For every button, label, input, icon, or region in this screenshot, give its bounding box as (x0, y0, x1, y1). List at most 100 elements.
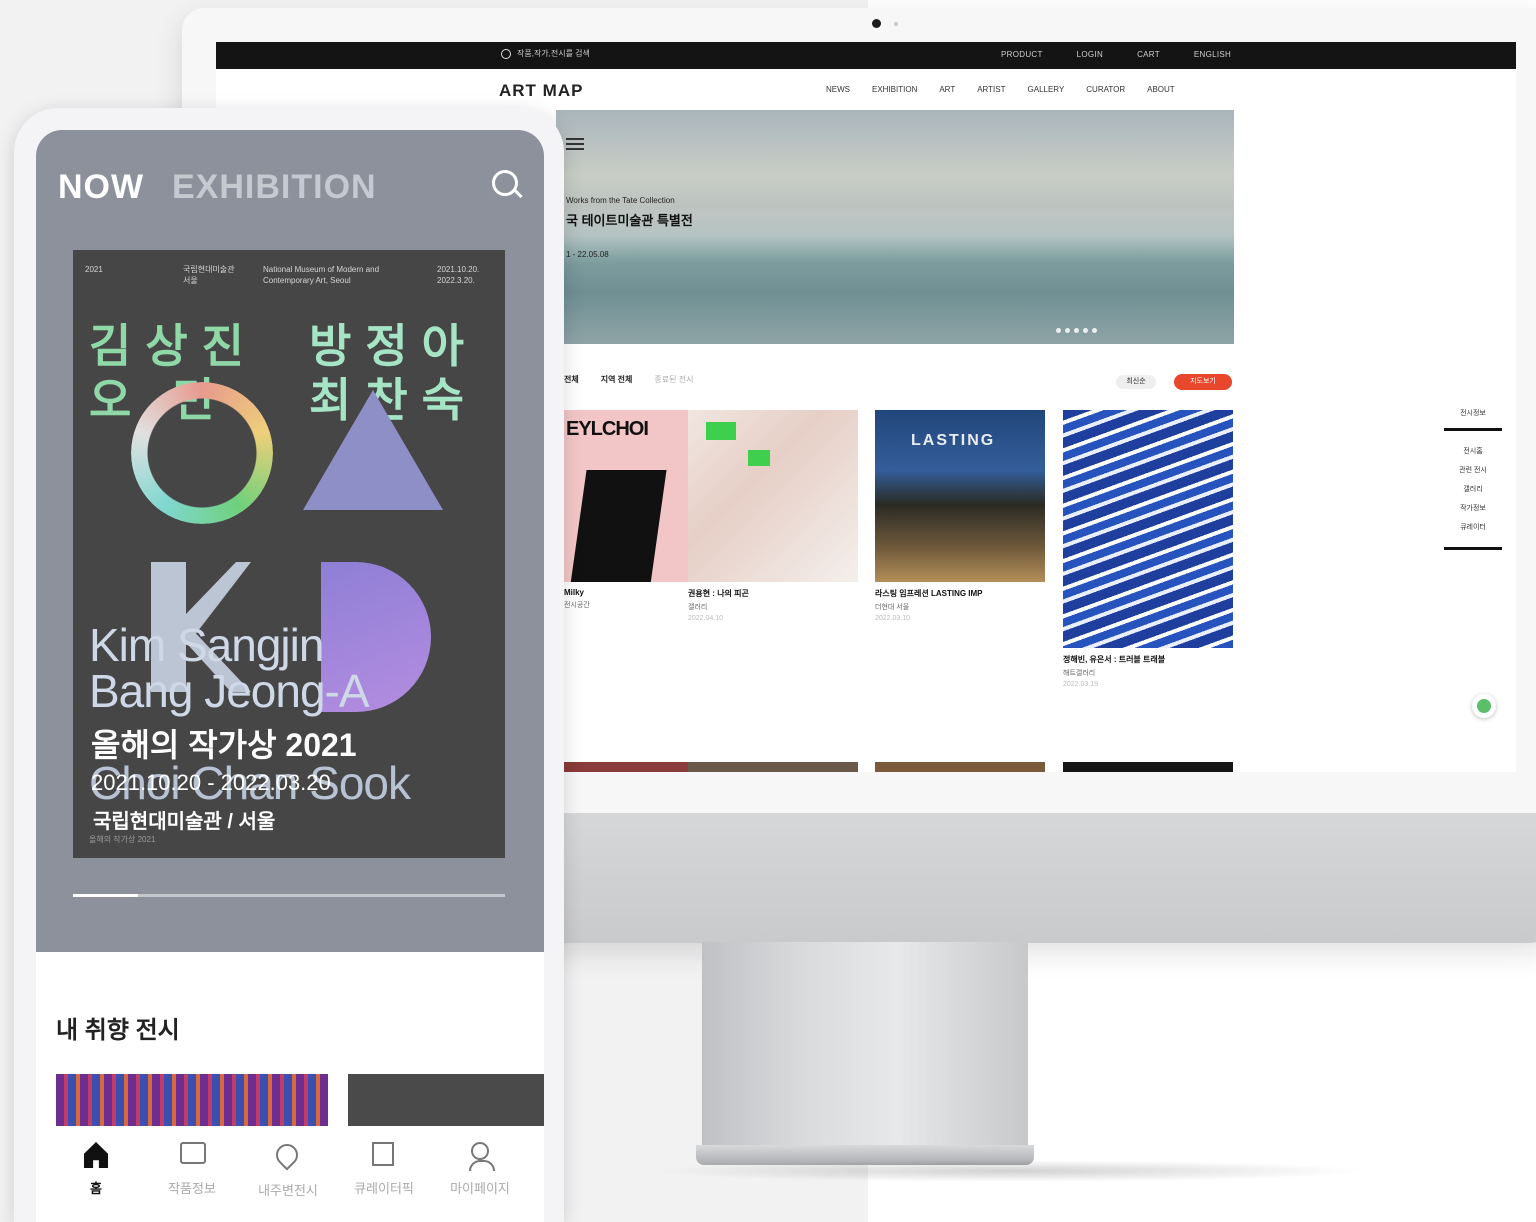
side-panel-item[interactable]: 전시홈 (1444, 446, 1502, 456)
card-title[interactable]: 정해빈, 유은서 : 트러블 트래블 (1063, 654, 1233, 665)
carousel-dot[interactable] (1074, 328, 1079, 333)
home-icon[interactable] (84, 1142, 108, 1168)
side-panel-item[interactable]: 큐레이터 (1444, 522, 1502, 532)
poster-meta-museum: National Museum of Modern and Contempora… (263, 265, 380, 285)
card-title[interactable]: 라스팅 임프레션 LASTING IMP (875, 588, 1045, 599)
header-now: NOW (58, 168, 145, 206)
phone-frame: NOW EXHIBITION 2021 국립현대미술관 서울 National … (14, 108, 564, 1222)
filter-region[interactable]: 지역 전체 (601, 374, 633, 385)
card-art-shape (565, 470, 667, 582)
carousel-progress (73, 894, 505, 897)
poster-ring-shape (131, 382, 273, 524)
tab-label[interactable]: 작품정보 (144, 1178, 240, 1197)
poster-footer: 올해의 작가상 2021 (89, 835, 156, 844)
search-icon[interactable] (501, 48, 511, 59)
nav-news[interactable]: NEWS (826, 85, 850, 94)
card-venue: 갤러리 (688, 604, 708, 611)
card-date: 2022.03.19 (1063, 681, 1099, 688)
location-pin-icon-wrap (271, 1139, 303, 1171)
exhibition-poster[interactable]: 2021 국립현대미술관 서울 National Museum of Moder… (73, 250, 505, 858)
site-logo[interactable]: ART MAP (499, 81, 583, 101)
hero-banner[interactable]: Works from the Tate Collection 국 테이트미술관 … (556, 110, 1234, 344)
carousel-dots[interactable] (1056, 328, 1097, 333)
carousel-dot[interactable] (1083, 328, 1088, 333)
nav-exhibition[interactable]: EXHIBITION (872, 85, 917, 94)
card-art-text: LASTING (911, 432, 996, 449)
card-art-shape (748, 450, 770, 466)
section-title: 내 취향 전시 (56, 1017, 180, 1044)
bottom-tab-bar: 홈 작품정보 내주변전시 큐레이터픽 마이페이지 (36, 1126, 544, 1222)
desktop-search[interactable]: 작품,작가,전시를 검색 (501, 48, 590, 59)
filter-ended[interactable]: 종료된 전시 (654, 374, 693, 385)
tab-label[interactable]: 큐레이터픽 (336, 1178, 432, 1197)
top-utility-bar: 작품,작가,전시를 검색 PRODUCT LOGIN CART ENGLISH (216, 42, 1516, 69)
tab-mypage[interactable]: 마이페이지 (432, 1142, 528, 1197)
desktop-search-placeholder[interactable]: 작품,작가,전시를 검색 (517, 48, 590, 59)
chat-icon[interactable] (1477, 699, 1491, 713)
nav-artist[interactable]: ARTIST (977, 85, 1005, 94)
carousel-dot[interactable] (1056, 328, 1061, 333)
next-row-card[interactable] (688, 762, 858, 772)
user-icon[interactable] (469, 1142, 495, 1171)
carousel-dot[interactable] (1092, 328, 1097, 333)
taste-exhibition-thumb[interactable] (348, 1074, 544, 1126)
chat-button[interactable] (1472, 694, 1496, 718)
location-pin-icon[interactable] (271, 1139, 303, 1171)
main-nav: ART MAP NEWS EXHIBITION ART ARTIST GALLE… (216, 69, 1516, 109)
card-artwork[interactable] (688, 410, 858, 582)
poster-meta-dates: 2021.10.20. 2022.3.20. (437, 265, 480, 285)
sort-button[interactable]: 최신순 (1116, 375, 1156, 389)
tab-artwork-info[interactable]: 작품정보 (144, 1142, 240, 1197)
poster-title: 올해의 작가상 2021 (91, 727, 357, 763)
card-artwork[interactable]: LASTING (875, 410, 1045, 582)
menu-icon[interactable] (566, 138, 584, 140)
camera-indicator (894, 22, 898, 26)
tab-curator-pick[interactable]: 큐레이터픽 (336, 1142, 432, 1197)
next-row-card[interactable] (1063, 762, 1233, 772)
tab-label[interactable]: 마이페이지 (432, 1178, 528, 1197)
search-icon[interactable] (492, 170, 518, 196)
nav-gallery[interactable]: GALLERY (1028, 85, 1065, 94)
card-date: 2022.03.10 (875, 615, 911, 622)
poster-meta-year: 2021 (85, 265, 103, 274)
poster-meta-org: 국립현대미술관 서울 (183, 265, 235, 285)
nav-about[interactable]: ABOUT (1147, 85, 1175, 94)
next-row-card[interactable] (875, 762, 1045, 772)
hero-date: 1 - 22.05.08 (566, 250, 609, 259)
carousel-dot[interactable] (1065, 328, 1070, 333)
tab-home[interactable]: 홈 (48, 1142, 144, 1197)
topbar-link-english[interactable]: ENGLISH (1194, 50, 1231, 59)
imac-stand (702, 942, 1028, 1152)
book-icon[interactable] (372, 1142, 394, 1166)
tab-label[interactable]: 홈 (48, 1178, 144, 1197)
hero-subtitle: Works from the Tate Collection (566, 196, 675, 205)
nav-art[interactable]: ART (939, 85, 955, 94)
now-exhibition-hero: NOW EXHIBITION 2021 국립현대미술관 서울 National … (36, 130, 544, 952)
side-panel-item[interactable]: 작가정보 (1444, 503, 1502, 513)
nav-curator[interactable]: CURATOR (1086, 85, 1125, 94)
taste-exhibition-thumb[interactable] (56, 1074, 328, 1126)
topbar-link-cart[interactable]: CART (1137, 50, 1160, 59)
poster-venue: 국립현대미술관 / 서울 (93, 811, 276, 833)
card-art-text: EYLCHOI (566, 418, 649, 440)
card-title[interactable]: 권용현 : 나의 피곤 (688, 588, 858, 599)
exhibition-card[interactable]: 권용현 : 나의 피곤 갤러리 2022.04.10 (688, 410, 858, 622)
tab-nearby[interactable]: 내주변전시 (240, 1139, 336, 1199)
tab-label[interactable]: 내주변전시 (240, 1180, 336, 1199)
artwork-icon[interactable] (180, 1142, 206, 1164)
topbar-link-login[interactable]: LOGIN (1077, 50, 1103, 59)
side-panel-item[interactable]: 관련 전시 (1444, 465, 1502, 475)
artwork-icon-wrap (180, 1142, 206, 1168)
poster-artist-en: Bang Jeong-A (89, 665, 370, 717)
side-panel-item[interactable]: 갤러리 (1444, 484, 1502, 494)
card-art-shape (706, 422, 736, 440)
carousel-progress-fill (73, 894, 138, 897)
exhibition-card[interactable]: 정해빈, 유은서 : 트러블 트래블 해트갤러리 2022.03.19 (1063, 410, 1233, 688)
topbar-link-product[interactable]: PRODUCT (1001, 50, 1043, 59)
exhibition-card[interactable]: LASTING 라스팅 임프레션 LASTING IMP 더현대 서울 2022… (875, 410, 1045, 622)
map-view-button[interactable]: 지도보기 (1174, 374, 1232, 390)
filter-all[interactable]: 전체 (564, 374, 579, 385)
side-panel-label[interactable]: 전시정보 (1444, 408, 1502, 418)
card-artwork[interactable] (1063, 410, 1233, 648)
user-icon-wrap (468, 1142, 495, 1171)
